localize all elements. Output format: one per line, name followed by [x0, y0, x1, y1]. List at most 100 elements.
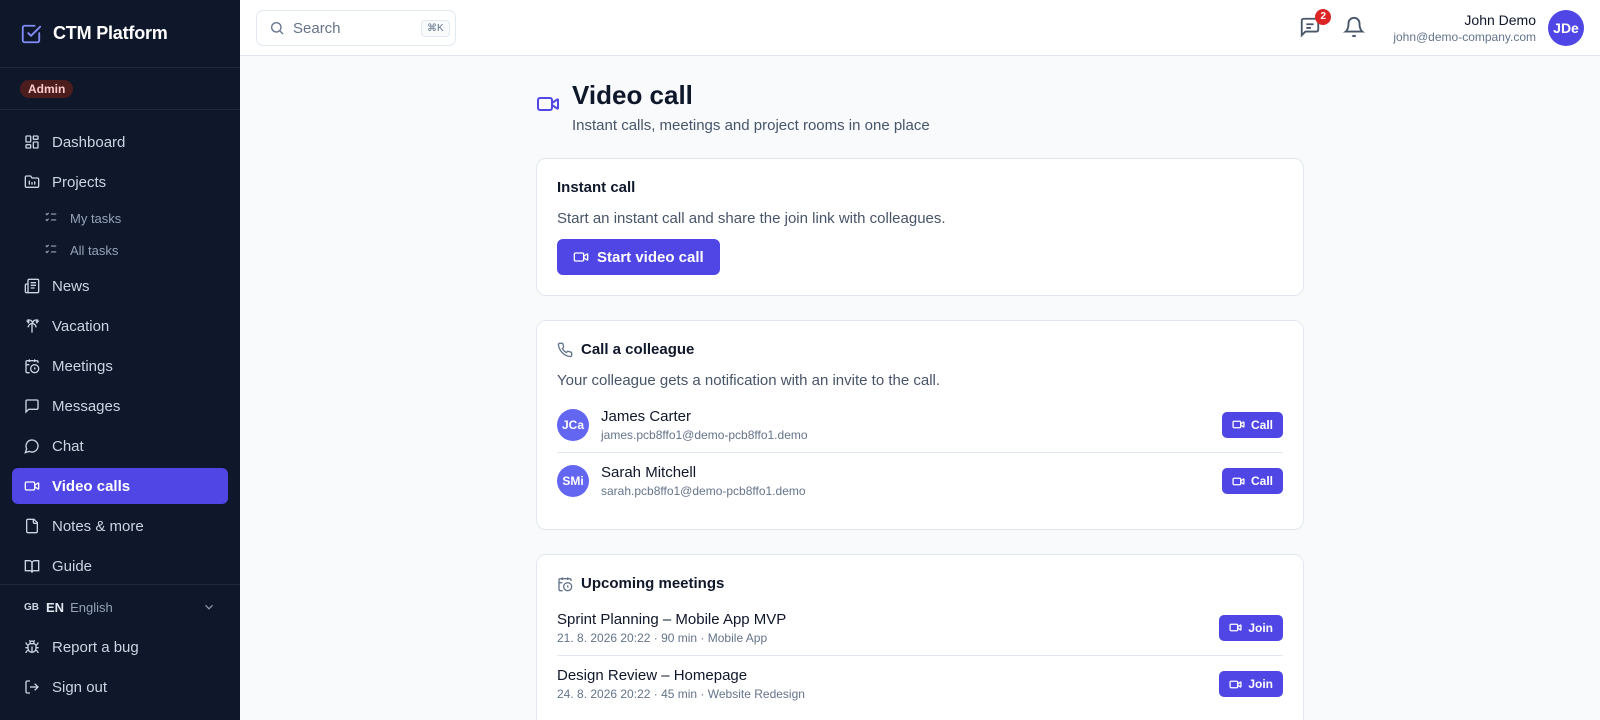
upcoming-meetings-card: Upcoming meetings Sprint Planning – Mobi…: [536, 554, 1304, 720]
user-name: John Demo: [1464, 12, 1536, 28]
search-box[interactable]: ⌘K: [256, 10, 456, 46]
brand-name: CTM Platform: [53, 23, 168, 43]
video-icon: [1232, 475, 1245, 488]
sidebar-nav: Dashboard Projects My tasks All tasks Ne…: [12, 124, 228, 588]
sidebar-item-label: All tasks: [70, 242, 119, 258]
page-title: Video call: [572, 80, 693, 110]
sidebar-item-guide[interactable]: Guide: [12, 548, 228, 584]
card-title: Upcoming meetings: [581, 575, 725, 592]
file-icon: [24, 518, 40, 534]
user-menu[interactable]: John Demo john@demo-company.com: [1393, 12, 1536, 44]
sidebar-item-label: Projects: [52, 173, 107, 191]
newspaper-icon: [24, 278, 40, 294]
meeting-name: Design Review – Homepage: [557, 667, 748, 684]
messages-badge: 2: [1315, 9, 1332, 25]
join-button[interactable]: Join: [1219, 671, 1283, 697]
video-icon: [1232, 418, 1245, 431]
video-icon: [573, 249, 589, 265]
notifications-button[interactable]: [1343, 16, 1367, 40]
instant-call-card: Instant call Start an instant call and s…: [536, 158, 1304, 296]
sidebar-item-vacation[interactable]: Vacation: [12, 308, 228, 344]
language-code: EN: [46, 599, 65, 615]
brand[interactable]: CTM Platform: [0, 0, 240, 68]
sidebar: CTM Platform Admin Dashboard Projects My…: [0, 0, 240, 720]
log-out-icon: [24, 679, 40, 695]
call-button[interactable]: Call: [1221, 411, 1283, 438]
meeting-row: Design Review – Homepage 24. 8. 2026 20:…: [557, 656, 1283, 712]
report-bug-label: Report a bug: [52, 638, 139, 656]
card-description: Your colleague gets a notification with …: [557, 372, 941, 389]
chevron-down-icon: [202, 600, 216, 614]
avatar[interactable]: JDe: [1548, 10, 1584, 46]
sign-out-button[interactable]: Sign out: [0, 669, 240, 705]
card-description: Start an instant call and share the join…: [557, 210, 946, 227]
meeting-meta: 24. 8. 2026 20:22 · 45 min · Website Red…: [557, 687, 805, 701]
sidebar-item-all-tasks[interactable]: All tasks: [12, 236, 228, 264]
sidebar-item-label: Vacation: [52, 317, 110, 335]
calendar-clock-icon: [557, 576, 573, 592]
colleague-email: james.pcb8ffo1@demo-pcb8ffo1.demo: [601, 427, 808, 442]
user-email: john@demo-company.com: [1393, 30, 1536, 44]
message-square-icon: [24, 398, 40, 414]
join-button[interactable]: Join: [1219, 614, 1283, 641]
sidebar-item-news[interactable]: News: [12, 268, 228, 304]
search-input[interactable]: [293, 19, 413, 37]
button-label: Start video call: [597, 248, 704, 266]
sidebar-item-label: Guide: [52, 557, 93, 575]
call-button[interactable]: Call: [1221, 468, 1283, 494]
sidebar-item-video-calls[interactable]: Video calls: [12, 468, 228, 504]
bell-icon: [1343, 16, 1367, 38]
language-name: English: [70, 599, 113, 615]
start-video-call-button[interactable]: Start video call: [557, 239, 720, 275]
sign-out-label: Sign out: [52, 678, 108, 696]
book-icon: [24, 558, 40, 574]
sidebar-item-projects[interactable]: Projects: [12, 164, 228, 200]
colleague-name: Sarah Mitchell: [601, 464, 697, 481]
meeting-meta: 21. 8. 2026 20:22 · 90 min · Mobile App: [557, 630, 768, 645]
page-subtitle: Instant calls, meetings and project room…: [572, 117, 930, 134]
flag-icon: GB: [24, 601, 39, 613]
video-icon: [1229, 678, 1242, 691]
sidebar-item-label: Meetings: [52, 357, 113, 375]
button-label: Call: [1250, 474, 1273, 488]
list-check-icon: [44, 242, 60, 258]
main-content: Video call Instant calls, meetings and p…: [536, 56, 1304, 720]
folder-icon: [24, 174, 40, 190]
sidebar-footer: GB EN English Report a bug Sign out: [0, 584, 240, 720]
report-bug-button[interactable]: Report a bug: [0, 629, 240, 665]
sidebar-item-notes[interactable]: Notes & more: [12, 508, 228, 544]
topbar: ⌘K 2 John Demo john@demo-company.com JDe: [240, 0, 1600, 56]
colleague-email: sarah.pcb8ffo1@demo-pcb8ffo1.demo: [601, 484, 806, 498]
chat-bubble-icon: [24, 438, 40, 454]
call-colleague-card: Call a colleague Your colleague gets a n…: [536, 320, 1304, 530]
language-selector[interactable]: GB EN English: [0, 589, 240, 625]
colleague-row: JCa James Carter james.pcb8ffo1@demo-pcb…: [557, 397, 1283, 453]
calendar-clock-icon: [24, 358, 40, 374]
sidebar-item-label: Notes & more: [52, 517, 144, 535]
sidebar-item-label: Chat: [52, 437, 84, 455]
video-icon: [1229, 621, 1242, 634]
sidebar-item-label: Messages: [52, 397, 121, 415]
button-label: Join: [1248, 677, 1273, 691]
sidebar-item-label: My tasks: [70, 210, 122, 226]
sidebar-item-label: News: [52, 277, 90, 295]
sidebar-item-label: Dashboard: [52, 133, 126, 151]
bug-icon: [24, 639, 40, 655]
avatar: JCa: [557, 408, 589, 441]
sidebar-item-meetings[interactable]: Meetings: [12, 348, 228, 384]
sidebar-item-my-tasks[interactable]: My tasks: [12, 204, 228, 232]
search-icon: [269, 20, 285, 36]
video-icon: [536, 92, 560, 134]
dashboard-icon: [24, 134, 40, 150]
sidebar-item-chat[interactable]: Chat: [12, 428, 228, 464]
messages-button[interactable]: 2: [1299, 9, 1332, 40]
sidebar-item-messages[interactable]: Messages: [12, 388, 228, 424]
phone-icon: [557, 342, 573, 358]
avatar: SMi: [557, 465, 589, 497]
colleague-row: SMi Sarah Mitchell sarah.pcb8ffo1@demo-p…: [557, 453, 1283, 509]
check-square-icon: [20, 23, 42, 45]
colleague-name: James Carter: [601, 407, 692, 425]
video-icon: [24, 478, 40, 494]
meeting-row: Sprint Planning – Mobile App MVP 21. 8. …: [557, 600, 1283, 656]
sidebar-item-dashboard[interactable]: Dashboard: [12, 124, 228, 160]
